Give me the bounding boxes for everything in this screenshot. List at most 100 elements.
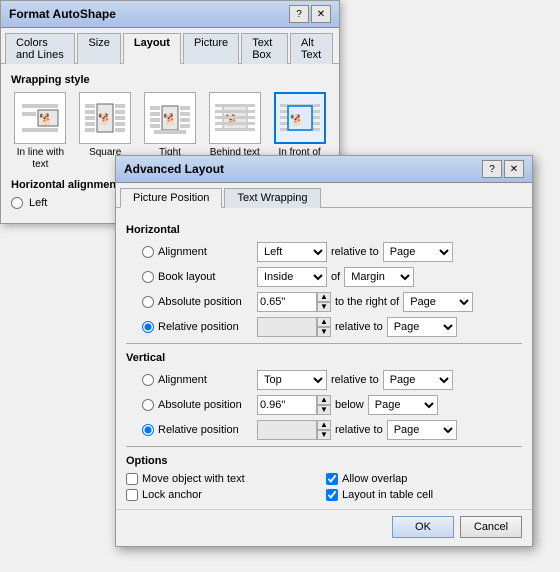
- v-absolute-dropdown[interactable]: Page: [368, 395, 438, 415]
- cancel-button[interactable]: Cancel: [460, 516, 522, 538]
- v-absolute-radio[interactable]: [142, 399, 154, 411]
- wrap-inline[interactable]: 🐕 In line with text: [11, 92, 70, 171]
- allow-overlap-row: Allow overlap: [326, 473, 522, 485]
- v-absolute-spin-down[interactable]: ▼: [317, 405, 331, 415]
- v-relative-radio[interactable]: [142, 424, 154, 436]
- advanced-help-button[interactable]: ?: [482, 160, 502, 178]
- h-absolute-spin-down[interactable]: ▼: [317, 302, 331, 312]
- v-relative-row: Relative position ▲ ▼ relative to Page: [126, 420, 522, 440]
- svg-text:🐕: 🐕: [39, 113, 53, 126]
- h-booklayout-radio[interactable]: [142, 271, 154, 283]
- h-relative-spinbox-container: ▲ ▼: [257, 317, 331, 337]
- v-absolute-spinner: ▲ ▼: [317, 395, 331, 415]
- align-left-radio[interactable]: [11, 197, 23, 209]
- advanced-close-button[interactable]: ✕: [504, 160, 524, 178]
- h-booklayout-dropdown2[interactable]: Margin: [344, 267, 414, 287]
- v-absolute-spinbox[interactable]: [257, 395, 317, 415]
- v-alignment-label: Alignment: [158, 374, 253, 386]
- tab-text-wrapping[interactable]: Text Wrapping: [224, 188, 320, 208]
- h-absolute-spinbox-container: ▲ ▼: [257, 292, 331, 312]
- wrap-square-icon: 🐕: [83, 96, 127, 140]
- move-object-checkbox[interactable]: [126, 473, 138, 485]
- layout-table-checkbox[interactable]: [326, 489, 338, 501]
- wrap-inline-label: In line with text: [11, 147, 70, 171]
- wrap-square-icon-box: 🐕: [79, 92, 131, 144]
- h-relative-spin-up[interactable]: ▲: [317, 317, 331, 327]
- tab-textbox[interactable]: Text Box: [241, 33, 288, 64]
- svg-text:🐕: 🐕: [98, 113, 112, 126]
- h-absolute-relto-label: to the right of: [335, 296, 399, 308]
- tab-picture-position[interactable]: Picture Position: [120, 188, 222, 208]
- v-relative-spin-down[interactable]: ▼: [317, 430, 331, 440]
- v-alignment-row: Alignment Top relative to Page: [126, 370, 522, 390]
- advanced-dialog-footer: OK Cancel: [116, 509, 532, 546]
- v-alignment-relto-label: relative to: [331, 374, 379, 386]
- allow-overlap-checkbox[interactable]: [326, 473, 338, 485]
- tab-layout[interactable]: Layout: [123, 33, 181, 64]
- v-alignment-dropdown1[interactable]: Top: [257, 370, 327, 390]
- h-alignment-relto-label: relative to: [331, 246, 379, 258]
- lock-anchor-checkbox[interactable]: [126, 489, 138, 501]
- h-relative-relto-label: relative to: [335, 321, 383, 333]
- h-relative-spinbox[interactable]: [257, 317, 317, 337]
- h-relative-radio[interactable]: [142, 321, 154, 333]
- wrapping-style-label: Wrapping style: [11, 74, 329, 86]
- h-booklayout-row: Book layout Inside of Margin: [126, 267, 522, 287]
- wrap-behind-icon: 🐕: [213, 96, 257, 140]
- format-autoshape-help-button[interactable]: ?: [289, 5, 309, 23]
- h-relative-dropdown[interactable]: Page: [387, 317, 457, 337]
- h-alignment-radio[interactable]: [142, 246, 154, 258]
- options-section: Options Move object with text Allow over…: [126, 455, 522, 501]
- move-object-label: Move object with text: [142, 473, 245, 485]
- v-absolute-below-label: below: [335, 399, 364, 411]
- wrap-inline-icon-box: 🐕: [14, 92, 66, 144]
- tab-colors-lines[interactable]: Colors and Lines: [5, 33, 75, 64]
- lock-anchor-label: Lock anchor: [142, 489, 202, 501]
- wrap-infront-icon-box: 🐕: [274, 92, 326, 144]
- wrap-infront-icon: 🐕: [278, 96, 322, 140]
- h-relative-spin-down[interactable]: ▼: [317, 327, 331, 337]
- h-relative-spinner: ▲ ▼: [317, 317, 331, 337]
- h-alignment-dropdown1[interactable]: Left: [257, 242, 327, 262]
- wrap-tight-icon-box: 🐕: [144, 92, 196, 144]
- wrap-inline-icon: 🐕: [18, 96, 62, 140]
- h-booklayout-dropdown1[interactable]: Inside: [257, 267, 327, 287]
- v-relative-spinner: ▲ ▼: [317, 420, 331, 440]
- advanced-layout-titlebar: Advanced Layout ? ✕: [116, 156, 532, 183]
- h-absolute-spinner: ▲ ▼: [317, 292, 331, 312]
- v-alignment-radio[interactable]: [142, 374, 154, 386]
- format-autoshape-title-buttons: ? ✕: [289, 5, 331, 23]
- h-absolute-spin-up[interactable]: ▲: [317, 292, 331, 302]
- format-autoshape-close-button[interactable]: ✕: [311, 5, 331, 23]
- vertical-group-label: Vertical: [126, 352, 522, 364]
- h-alignment-row: Alignment Left relative to Page: [126, 242, 522, 262]
- h-booklayout-of-label: of: [331, 271, 340, 283]
- v-opts-divider: [126, 446, 522, 447]
- v-relative-spinbox-container: ▲ ▼: [257, 420, 331, 440]
- v-relative-spinbox[interactable]: [257, 420, 317, 440]
- layout-table-label: Layout in table cell: [342, 489, 433, 501]
- layout-table-row: Layout in table cell: [326, 489, 522, 501]
- svg-text:🐕: 🐕: [163, 113, 177, 126]
- horizontal-group-label: Horizontal: [126, 224, 522, 236]
- advanced-layout-tabs: Picture Position Text Wrapping: [116, 183, 532, 208]
- h-alignment-dropdown2[interactable]: Page: [383, 242, 453, 262]
- h-absolute-dropdown[interactable]: Page: [403, 292, 473, 312]
- v-relative-dropdown[interactable]: Page: [387, 420, 457, 440]
- v-alignment-dropdown2[interactable]: Page: [383, 370, 453, 390]
- advanced-layout-body: Horizontal Alignment Left relative to Pa…: [116, 208, 532, 509]
- options-checkboxes: Move object with text Allow overlap Lock…: [126, 473, 522, 501]
- h-v-divider: [126, 343, 522, 344]
- v-absolute-spin-up[interactable]: ▲: [317, 395, 331, 405]
- v-relative-spin-up[interactable]: ▲: [317, 420, 331, 430]
- tab-size[interactable]: Size: [77, 33, 120, 64]
- tab-picture[interactable]: Picture: [183, 33, 239, 64]
- h-absolute-spinbox[interactable]: [257, 292, 317, 312]
- h-absolute-radio[interactable]: [142, 296, 154, 308]
- tab-alttext[interactable]: Alt Text: [290, 33, 333, 64]
- ok-button[interactable]: OK: [392, 516, 454, 538]
- h-relative-label: Relative position: [158, 321, 253, 333]
- advanced-layout-title: Advanced Layout: [124, 162, 224, 176]
- v-relative-label: Relative position: [158, 424, 253, 436]
- move-object-row: Move object with text: [126, 473, 322, 485]
